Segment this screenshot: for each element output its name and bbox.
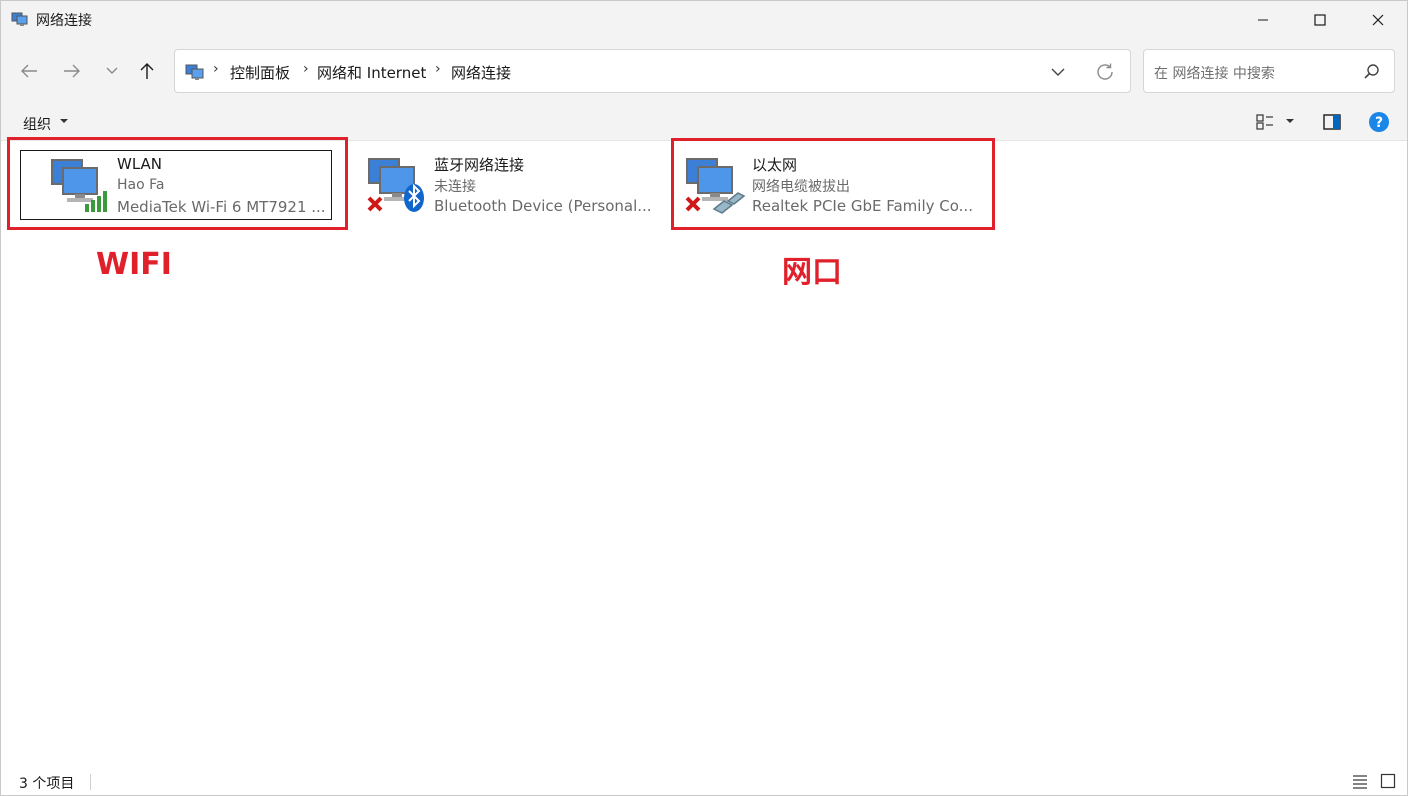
bluetooth-adapter-icon: [367, 158, 424, 212]
arrow-up-icon: [140, 63, 154, 79]
navigation-bar: › 控制面板 › 网络和 Internet › 网络连接 在 网络连接 中搜索: [1, 39, 1407, 103]
chevron-down-icon: [106, 67, 118, 74]
recent-locations-button[interactable]: [96, 53, 128, 89]
caret-down-icon[interactable]: [59, 116, 69, 126]
chevron-right-icon: ›: [213, 61, 219, 77]
connection-item-bluetooth[interactable]: 蓝牙网络连接 未连接 Bluetooth Device (Personal...: [338, 150, 652, 220]
view-options-icon[interactable]: [1255, 112, 1275, 132]
connection-device: Bluetooth Device (Personal...: [434, 197, 652, 215]
breadcrumb-control-panel[interactable]: 控制面板: [230, 62, 290, 83]
annotation-label-ethernet: 网口: [782, 255, 842, 290]
up-button[interactable]: [131, 53, 163, 89]
network-connections-icon: [185, 64, 204, 80]
address-bar[interactable]: › 控制面板 › 网络和 Internet › 网络连接: [174, 49, 1131, 93]
window: 网络连接 › 控制面板 › 网络和 Internet › 网络连接 在 网络连接…: [0, 0, 1408, 796]
refresh-icon[interactable]: [1093, 60, 1117, 84]
svg-text:?: ?: [1375, 115, 1383, 131]
caret-down-icon[interactable]: [1285, 116, 1295, 126]
window-title: 网络连接: [36, 13, 92, 29]
status-divider: [90, 774, 91, 790]
arrow-left-icon: [21, 64, 37, 78]
connection-name: 蓝牙网络连接: [434, 156, 525, 174]
large-icons-view-icon[interactable]: [1380, 773, 1396, 789]
command-bar: 组织 ?: [1, 103, 1407, 141]
maximize-button[interactable]: [1291, 1, 1349, 39]
chevron-down-icon[interactable]: [1047, 62, 1069, 82]
search-icon[interactable]: [1362, 62, 1382, 82]
minimize-icon: [1258, 19, 1268, 21]
close-icon: [1372, 14, 1384, 26]
forward-button[interactable]: [56, 53, 88, 89]
connection-status: 未连接: [434, 179, 476, 195]
network-connections-icon: [11, 12, 28, 26]
details-view-icon[interactable]: [1352, 773, 1368, 789]
breadcrumb-network-connections[interactable]: 网络连接: [451, 62, 511, 83]
annotation-box-wifi: [7, 137, 348, 230]
chevron-right-icon: ›: [435, 61, 441, 77]
breadcrumb-network-internet[interactable]: 网络和 Internet: [317, 62, 426, 83]
annotation-box-ethernet: [671, 138, 995, 230]
title-bar: 网络连接: [1, 1, 1407, 39]
maximize-icon: [1314, 14, 1326, 26]
organize-button[interactable]: 组织: [23, 114, 51, 134]
item-count: 3 个项目: [19, 776, 75, 792]
close-button[interactable]: [1349, 1, 1407, 39]
help-icon[interactable]: ?: [1368, 111, 1390, 133]
chevron-right-icon: ›: [303, 61, 309, 77]
back-button[interactable]: [13, 53, 45, 89]
minimize-button[interactable]: [1234, 1, 1292, 39]
search-input[interactable]: 在 网络连接 中搜索: [1154, 63, 1275, 83]
search-box[interactable]: 在 网络连接 中搜索: [1143, 49, 1395, 93]
annotation-label-wifi: WIFI: [96, 247, 172, 282]
arrow-right-icon: [64, 64, 80, 78]
preview-pane-icon[interactable]: [1322, 112, 1342, 132]
status-bar: 3 个项目: [1, 767, 1407, 795]
